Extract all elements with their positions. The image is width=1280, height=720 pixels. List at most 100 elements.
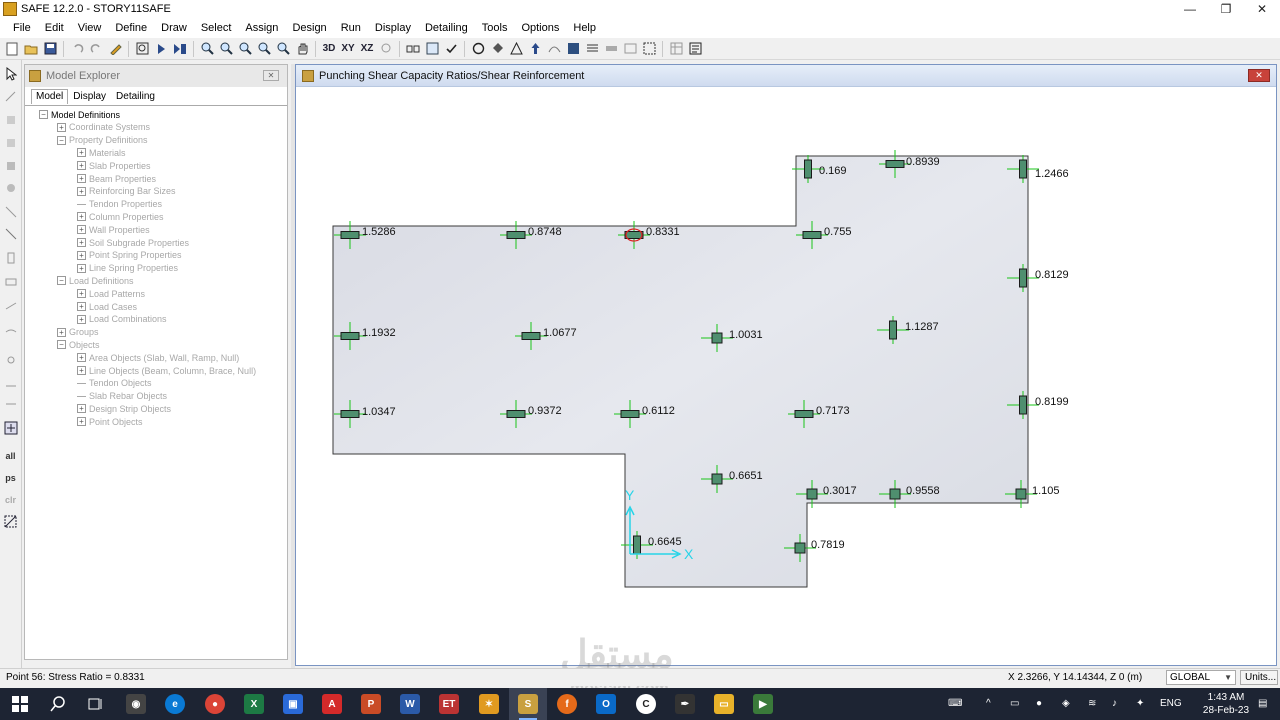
minimize-button[interactable]: — — [1172, 0, 1208, 18]
table-icon[interactable] — [668, 41, 684, 57]
triangle-icon[interactable] — [508, 41, 524, 57]
column-section[interactable] — [802, 231, 822, 239]
undo-icon[interactable] — [69, 41, 85, 57]
tree-node[interactable]: + Point Objects — [77, 415, 143, 428]
draw-tendon-icon[interactable] — [3, 298, 18, 313]
menu-run[interactable]: Run — [334, 18, 368, 38]
volume-icon[interactable]: ♪ — [1112, 688, 1117, 720]
xy-view-button[interactable]: XY — [340, 41, 356, 57]
explorer-close-button[interactable]: ✕ — [263, 70, 279, 81]
expand-icon[interactable]: + — [77, 263, 86, 273]
tree-node[interactable]: − Objects — [57, 338, 100, 351]
column-section[interactable] — [794, 542, 806, 554]
menu-help[interactable]: Help — [566, 18, 603, 38]
language-indicator[interactable]: ENG — [1160, 688, 1182, 720]
snap-icon[interactable] — [3, 420, 18, 435]
zoom-out-icon[interactable] — [218, 41, 234, 57]
expand-icon[interactable]: + — [77, 238, 86, 247]
curve-icon[interactable] — [546, 41, 562, 57]
zoom-prev-icon[interactable] — [256, 41, 272, 57]
word-icon[interactable]: W — [400, 694, 420, 714]
column-section[interactable] — [804, 159, 812, 179]
firefox-icon[interactable]: f — [557, 694, 577, 714]
collapse-icon[interactable]: − — [39, 110, 48, 119]
expand-icon[interactable]: + — [77, 302, 86, 311]
column-section[interactable] — [889, 488, 901, 500]
column-section[interactable] — [506, 410, 526, 418]
tree-node[interactable]: + Load Combinations — [77, 313, 167, 326]
menu-file[interactable]: File — [6, 18, 38, 38]
clipchamp-icon[interactable]: C — [636, 694, 656, 714]
column-section[interactable] — [340, 410, 360, 418]
column-section[interactable] — [521, 332, 541, 340]
tree-node[interactable]: − Model Definitions — [39, 108, 120, 121]
sketch-icon[interactable]: ✶ — [479, 694, 499, 714]
set-display-icon[interactable] — [424, 41, 440, 57]
tree-node[interactable]: + Groups — [57, 326, 99, 339]
redo-icon[interactable] — [88, 41, 104, 57]
tree-node[interactable]: − Property Definitions — [57, 134, 148, 147]
plan-view-svg[interactable]: 0.169 0.8939 1.2466 1.5286 0.8748 0.8331 0.755… — [300, 89, 1272, 663]
pointer-icon[interactable] — [3, 66, 18, 81]
column-section[interactable] — [711, 332, 723, 344]
tree-node[interactable]: Slab Rebar Objects — [77, 390, 167, 403]
open-icon[interactable] — [23, 41, 39, 57]
tab-display[interactable]: Display — [68, 89, 111, 104]
safe-icon[interactable]: S — [518, 694, 538, 714]
etabs-icon[interactable]: ET — [439, 694, 459, 714]
xz-view-button[interactable]: XZ — [359, 41, 375, 57]
rotate-icon[interactable] — [378, 41, 394, 57]
menu-tools[interactable]: Tools — [475, 18, 515, 38]
inkscape-icon[interactable]: ✒ — [675, 694, 695, 714]
draw-point-icon[interactable] — [3, 112, 18, 127]
tree-node[interactable]: + Beam Properties — [77, 172, 156, 185]
column-section[interactable] — [506, 231, 526, 239]
expand-icon[interactable]: + — [77, 186, 86, 196]
column-section[interactable] — [1019, 159, 1027, 179]
tree-node[interactable]: + Column Properties — [77, 210, 164, 223]
tab-model[interactable]: Model — [31, 89, 69, 104]
column-section[interactable] — [889, 320, 897, 340]
pencil-icon[interactable] — [107, 41, 123, 57]
system-clock[interactable]: 1:43 AM 28-Feb-23 — [1198, 691, 1254, 717]
column-section[interactable] — [620, 410, 640, 418]
tree-node[interactable]: Tendon Objects — [77, 377, 152, 390]
tree-node[interactable]: Tendon Properties — [77, 198, 162, 211]
close-button[interactable]: ✕ — [1244, 0, 1280, 18]
save-icon[interactable] — [42, 41, 58, 57]
draw-curve-icon[interactable] — [3, 324, 18, 339]
column-section[interactable] — [1019, 268, 1027, 288]
menu-edit[interactable]: Edit — [38, 18, 71, 38]
collapse-icon[interactable]: − — [57, 135, 66, 145]
edge-icon[interactable]: e — [165, 694, 185, 714]
expand-icon[interactable]: + — [77, 289, 86, 299]
expand-icon[interactable]: + — [77, 417, 86, 427]
column-section[interactable] — [633, 535, 641, 555]
previous-select-button[interactable]: ps — [3, 470, 18, 485]
circle-icon[interactable] — [470, 41, 486, 57]
report-icon[interactable] — [687, 41, 703, 57]
expand-icon[interactable]: + — [77, 212, 86, 222]
check-icon[interactable] — [443, 41, 459, 57]
tree-node[interactable]: + Line Spring Properties — [77, 262, 178, 275]
slab-icon[interactable] — [603, 41, 619, 57]
menu-assign[interactable]: Assign — [238, 18, 285, 38]
tree-node[interactable]: − Load Definitions — [57, 274, 134, 287]
menu-design[interactable]: Design — [285, 18, 333, 38]
run-icon[interactable] — [153, 41, 169, 57]
start-icon[interactable] — [10, 694, 30, 714]
tree-node[interactable]: + Slab Properties — [77, 159, 151, 172]
column-section[interactable] — [794, 410, 814, 418]
3d-view-button[interactable]: 3D — [321, 41, 337, 57]
fill-icon[interactable] — [489, 41, 505, 57]
expand-icon[interactable]: + — [57, 327, 66, 337]
intersect-select-icon[interactable] — [3, 514, 18, 529]
tree-node[interactable]: + Line Objects (Beam, Column, Brace, Null… — [77, 364, 256, 377]
expand-icon[interactable]: + — [77, 314, 86, 324]
plan-canvas[interactable]: 0.169 0.8939 1.2466 1.5286 0.8748 0.8331 0.755… — [300, 89, 1272, 663]
expand-icon[interactable]: + — [77, 366, 86, 375]
camera-icon[interactable]: ◉ — [126, 694, 146, 714]
strip-icon[interactable] — [584, 41, 600, 57]
outlook-icon[interactable]: O — [596, 694, 616, 714]
menu-detailing[interactable]: Detailing — [418, 18, 475, 38]
